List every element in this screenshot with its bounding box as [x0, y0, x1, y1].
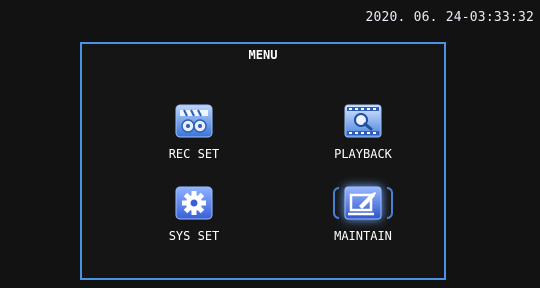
menu-panel: MENU REC SET PLAYBACK SYS SET MAINTAIN [80, 42, 446, 280]
gear-icon [175, 186, 213, 220]
film-reel-icon [175, 104, 213, 138]
maintain-menu-item[interactable]: MAINTAIN [303, 186, 423, 246]
magnifier-film-icon [344, 104, 382, 138]
selection-bracket-right [387, 187, 393, 219]
sys-set-label: SYS SET [168, 229, 220, 243]
sys-set-menu-item[interactable]: SYS SET [134, 186, 254, 246]
menu-title: MENU [248, 48, 278, 62]
playback-menu-item[interactable]: PLAYBACK [303, 104, 423, 164]
wrench-monitor-icon [344, 186, 382, 220]
datetime-display: 2020. 06. 24-03:33:32 [365, 10, 534, 25]
rec-set-label: REC SET [168, 147, 220, 161]
playback-label: PLAYBACK [334, 147, 392, 161]
dvr-screen: 2020. 06. 24-03:33:32 MENU REC SET PLAYB… [0, 0, 540, 288]
rec-set-menu-item[interactable]: REC SET [134, 104, 254, 164]
maintain-label: MAINTAIN [334, 229, 392, 243]
selection-bracket-left [333, 187, 339, 219]
